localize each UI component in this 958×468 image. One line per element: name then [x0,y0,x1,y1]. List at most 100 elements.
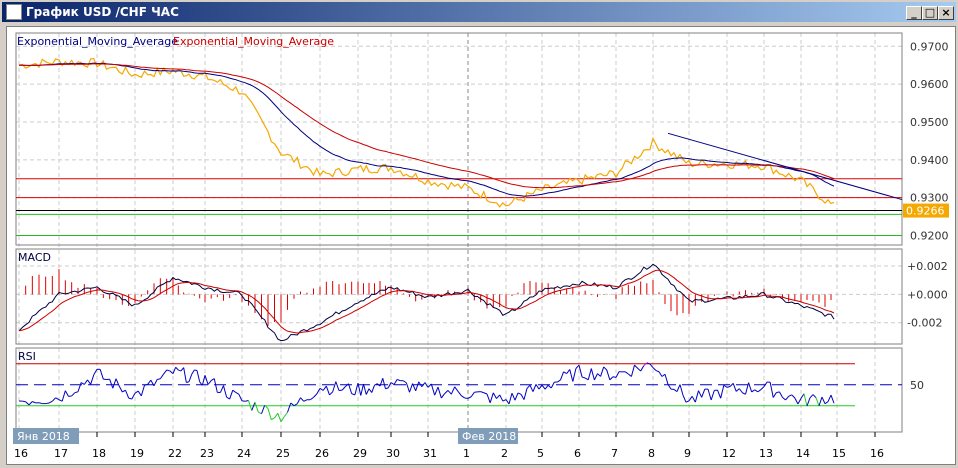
date-tick-label: 23 [200,447,214,460]
rsi-line-segment [110,379,113,388]
macd-axis-label: +0.002 [907,260,948,273]
rsi-line-segment [471,392,474,396]
month-label-feb: Фев 2018 [462,430,516,443]
rsi-line-segment [530,385,533,392]
rsi-line-segment [208,381,211,385]
rsi-line-segment [736,389,739,392]
rsi-line-segment [336,382,339,391]
rsi-line-segment [301,398,304,402]
rsi-line-segment [52,398,55,401]
macd-line [19,264,834,340]
rsi-line-segment [255,402,258,412]
rsi-line-segment [46,403,49,404]
rsi-line-segment [692,396,695,402]
rsi-line-segment [512,393,515,400]
rsi-line-segment [364,384,367,395]
rsi-line-segment [138,391,141,396]
rsi-line-segment [220,386,223,393]
rsi-line-segment [233,390,236,392]
rsi-line-segment [551,382,554,388]
price-axis-label: 0.9200 [910,230,949,243]
chart-svg[interactable]: 0.9266 Exponential_Moving_Average Expone… [7,27,955,464]
rsi-line-segment [798,398,801,404]
rsi-line-segment [230,390,233,399]
rsi-line-segment [792,395,795,398]
rsi-line-segment [822,397,825,404]
date-tick-label: 16 [870,447,884,460]
rsi-line-segment [119,386,122,392]
price-axis-label: 0.9400 [910,154,949,167]
rsi-line-segment [227,397,230,399]
rsi-line-segment [403,381,406,383]
chart-area[interactable]: 0.9266 Exponential_Moving_Average Expone… [6,26,956,465]
price-panel [16,33,902,245]
rsi-line-segment [807,398,810,406]
minimize-button[interactable]: _ [906,6,922,20]
rsi-line-segment [490,393,493,403]
rsi-line-segment [458,391,461,395]
rsi-line-segment [659,372,662,377]
rsi-line-segment [176,367,179,370]
rsi-line-segment [81,383,84,385]
rsi-line-segment [493,393,496,399]
rsi-line-segment [742,393,745,395]
date-tick-label: 31 [423,447,437,460]
macd-axis-label: -0.002 [907,317,942,330]
rsi-line-segment [148,380,151,384]
rsi-line-segment [524,388,527,399]
rsi-line-segment [75,392,78,393]
chart-app-icon [6,4,22,20]
rsi-line-segment [545,385,548,389]
rsi-line-segment [613,377,616,378]
rsi-line-segment [448,390,451,394]
rsi-line-segment [515,393,518,400]
rsi-line-segment [680,385,683,396]
date-tick-label: 24 [237,447,251,460]
rsi-line-segment [641,366,644,371]
rsi-line-segment [129,398,132,399]
rsi-line-segment [236,392,239,394]
rsi-line-segment [588,369,591,380]
rsi-line-segment [521,394,524,399]
rsi-line-segment [638,368,641,371]
rsi-line-segment [607,370,610,380]
rsi-line-segment [141,385,144,396]
close-button[interactable]: × [938,6,954,20]
rsi-line-segment [369,389,372,393]
rsi-line-segment [631,365,634,376]
rsi-line-segment [72,393,75,396]
rsi-line-segment [184,368,187,383]
rsi-line-segment [783,397,786,400]
price-axis-label: 0.9700 [910,40,949,53]
rsi-line-segment [487,394,490,403]
date-tick-label: 9 [684,447,691,460]
rsi-line-segment [275,413,278,418]
rsi-line-segment [739,389,742,393]
rsi-line-segment [372,385,375,392]
rsi-line-segment [804,394,807,406]
trend-line [668,133,902,199]
rsi-line-segment [497,395,500,399]
last-price-label: 0.9266 [906,205,945,218]
rsi-line-segment [484,393,487,394]
rsi-line-segment [500,395,503,401]
date-tick-label: 2 [501,447,508,460]
rsi-line-segment [730,383,733,386]
rsi-line-segment [431,384,434,395]
rsi-line-segment [297,398,300,404]
rsi-line-segment [776,392,779,393]
window-title: График USD /CHF ЧАС [26,2,179,22]
rsi-line-segment [39,403,42,404]
rsi-line-segment [699,391,702,398]
rsi-line-segment [481,392,484,393]
rsi-line-segment [192,370,195,374]
macd-label: MACD [18,251,51,264]
macd-axis-label: +0.000 [907,288,948,301]
rsi-line-segment [330,392,333,395]
maximize-button[interactable]: □ [922,6,938,20]
rsi-line-segment [819,397,822,406]
rsi-line-segment [509,393,512,404]
rsi-line-segment [394,379,397,384]
rsi-line-segment [197,371,200,382]
rsi-line-segment [160,374,163,379]
